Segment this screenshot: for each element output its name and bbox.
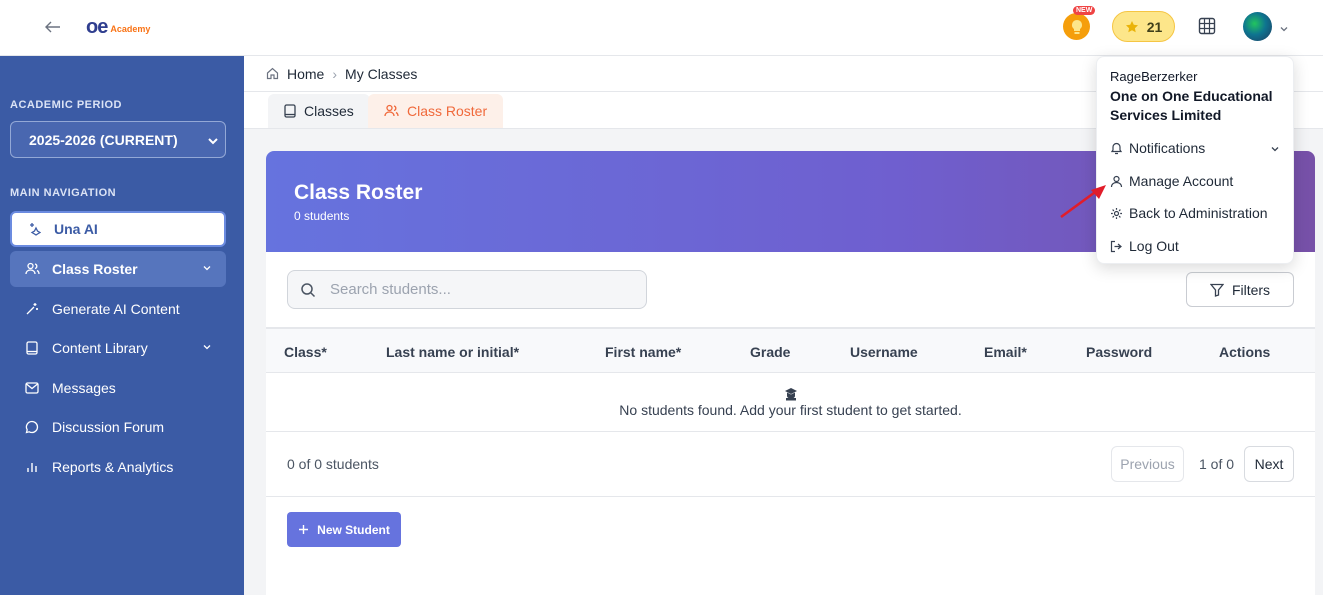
- gear-icon: [1110, 207, 1123, 220]
- chevron-down-icon: [208, 138, 218, 145]
- new-student-button[interactable]: New Student: [287, 512, 401, 547]
- chevron-down-icon: [203, 345, 211, 350]
- chevron-down-icon: [203, 266, 211, 271]
- menu-item-notifications[interactable]: Notifications: [1110, 140, 1205, 156]
- logo[interactable]: oe Academy: [86, 14, 151, 40]
- points-value: 21: [1146, 18, 1163, 35]
- column-header: Email*: [984, 344, 1027, 360]
- username: RageBerzerker: [1110, 69, 1198, 84]
- table-header: Class* Last name or initial* First name*…: [266, 327, 1315, 373]
- previous-button[interactable]: Previous: [1111, 446, 1184, 482]
- chevron-down-icon[interactable]: [1279, 21, 1289, 32]
- search-input[interactable]: Search students...: [287, 270, 647, 309]
- apps-grid-icon[interactable]: [1198, 17, 1216, 35]
- home-icon[interactable]: [266, 67, 279, 80]
- sidebar-item-label: Messages: [52, 380, 116, 396]
- sidebar-item-reports-analytics[interactable]: Reports & Analytics: [10, 449, 226, 485]
- filters-button[interactable]: Filters: [1186, 272, 1294, 307]
- sparkle-icon: [26, 221, 42, 237]
- mail-icon: [24, 380, 40, 396]
- users-icon: [384, 104, 399, 117]
- sidebar-item-label: Una AI: [54, 221, 98, 237]
- tab-classes[interactable]: Classes: [268, 94, 370, 128]
- sidebar-item-label: Class Roster: [52, 261, 138, 277]
- menu-item-label: Manage Account: [1129, 173, 1234, 189]
- sidebar-item-label: Reports & Analytics: [52, 459, 174, 475]
- annotation-arrow-icon: [1060, 185, 1106, 219]
- menu-item-manage-account[interactable]: Manage Account: [1110, 173, 1233, 189]
- sidebar-item-content-library[interactable]: Content Library: [10, 330, 226, 366]
- filters-label: Filters: [1231, 281, 1271, 298]
- magic-wand-icon: [24, 301, 40, 317]
- search-icon: [301, 282, 316, 297]
- sidebar: ACADEMIC PERIOD 2025-2026 (CURRENT) MAIN…: [0, 56, 244, 595]
- logout-icon: [1110, 240, 1123, 253]
- next-button[interactable]: Next: [1244, 446, 1294, 482]
- tab-label: Classes: [304, 103, 354, 119]
- empty-state: No students found. Add your first studen…: [266, 373, 1315, 432]
- student-count: 0 students: [294, 209, 350, 223]
- new-student-label: New Student: [317, 522, 390, 537]
- menu-item-back-to-administration[interactable]: Back to Administration: [1110, 205, 1268, 221]
- breadcrumb-separator: ›: [332, 65, 338, 82]
- sidebar-item-messages[interactable]: Messages: [10, 370, 226, 406]
- sidebar-item-una-ai[interactable]: Una AI: [10, 211, 226, 247]
- users-icon: [24, 261, 40, 277]
- user-icon: [1110, 175, 1123, 188]
- menu-item-log-out[interactable]: Log Out: [1110, 238, 1179, 254]
- column-header: Password: [1086, 344, 1153, 360]
- sidebar-item-label: Discussion Forum: [52, 419, 165, 435]
- organization-name: One on One Educational Services Limited: [1110, 88, 1273, 123]
- sidebar-item-label: Generate AI Content: [52, 301, 180, 317]
- chevron-down-icon[interactable]: [1270, 144, 1280, 154]
- column-header: Username: [850, 344, 918, 360]
- column-header: First name*: [605, 344, 682, 360]
- sidebar-item-generate-ai-content[interactable]: Generate AI Content: [10, 291, 226, 327]
- tab-label: Class Roster: [407, 103, 488, 119]
- points-badge[interactable]: 21: [1112, 11, 1175, 42]
- breadcrumb-home[interactable]: Home: [287, 66, 324, 82]
- back-arrow-icon[interactable]: [42, 16, 64, 38]
- academic-period-select[interactable]: 2025-2026 (CURRENT): [10, 121, 226, 158]
- column-header: Last name or initial*: [386, 344, 520, 360]
- breadcrumb-current[interactable]: My Classes: [345, 66, 417, 82]
- menu-item-label: Log Out: [1129, 238, 1179, 254]
- page-title: Class Roster: [294, 181, 423, 204]
- pagination-count: 0 of 0 students: [287, 456, 379, 472]
- filter-icon: [1209, 283, 1224, 297]
- period-value: 2025-2026 (CURRENT): [29, 131, 178, 148]
- plus-icon: [299, 525, 309, 534]
- star-icon: [1125, 20, 1138, 32]
- menu-item-label: Back to Administration: [1129, 205, 1268, 221]
- search-placeholder: Search students...: [330, 281, 451, 298]
- page-info: 1 of 0: [1199, 456, 1235, 472]
- lightbulb-icon[interactable]: [1063, 13, 1090, 40]
- sidebar-item-class-roster[interactable]: Class Roster: [10, 251, 226, 287]
- main-navigation-label: MAIN NAVIGATION: [10, 187, 117, 199]
- book-icon: [24, 340, 40, 356]
- pagination: 0 of 0 students Previous 1 of 0 Next: [266, 432, 1315, 497]
- empty-state-text: No students found. Add your first studen…: [619, 402, 962, 418]
- new-badge: NEW: [1073, 6, 1096, 15]
- sidebar-item-discussion-forum[interactable]: Discussion Forum: [10, 409, 226, 445]
- academic-period-label: ACADEMIC PERIOD: [10, 99, 123, 111]
- bell-icon: [1110, 142, 1123, 155]
- column-header: Actions: [1219, 344, 1271, 360]
- avatar[interactable]: [1243, 12, 1272, 41]
- logo-mark: oe: [86, 15, 108, 38]
- logo-text: Academy: [110, 23, 151, 34]
- chat-icon: [24, 419, 40, 435]
- sidebar-item-label: Content Library: [52, 340, 148, 356]
- graduation-cap-icon: [785, 388, 797, 401]
- column-header: Grade: [750, 344, 791, 360]
- tab-class-roster[interactable]: Class Roster: [368, 94, 504, 128]
- book-icon: [284, 104, 296, 118]
- top-bar: oe Academy NEW 21: [0, 0, 1323, 56]
- user-menu-dropdown: RageBerzerker One on One Educational Ser…: [1096, 56, 1294, 264]
- column-header: Class*: [284, 344, 327, 360]
- bar-chart-icon: [24, 459, 40, 475]
- menu-item-label: Notifications: [1129, 140, 1206, 156]
